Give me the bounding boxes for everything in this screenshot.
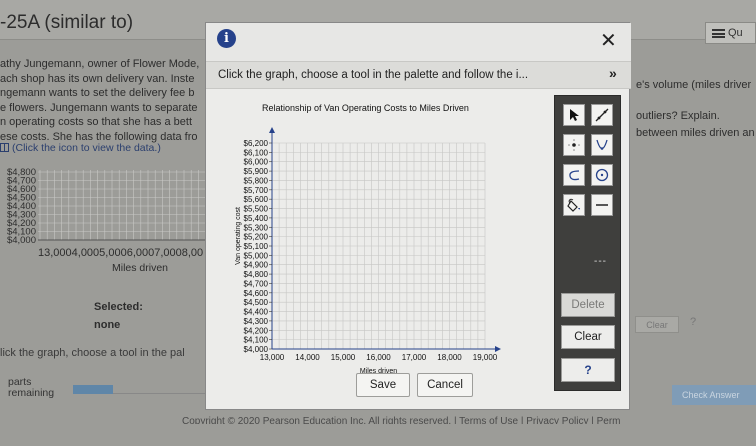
problem-line: ngemann wants to set the delivery fee b	[0, 87, 195, 99]
segment-tool[interactable]	[591, 194, 613, 216]
problem-line: athy Jungemann, owner of Flower Mode,	[0, 58, 200, 70]
mini-x-axis-labels: 13,0004,0005,0006,0007,0008,00	[38, 247, 204, 259]
y-tick-label: $6,000	[244, 158, 269, 167]
help-button[interactable]: ?	[561, 358, 615, 382]
close-button[interactable]: ✕	[600, 31, 617, 51]
view-data-label: (Click the icon to view the data.)	[12, 142, 161, 154]
y-tick-label: $5,500	[244, 205, 269, 214]
y-tick-label: $5,200	[244, 233, 269, 242]
x-tick-label: 19,000	[473, 353, 498, 362]
y-tick-label: $4,700	[244, 279, 269, 288]
instruction-bar: Click the graph, choose a tool in the pa…	[206, 61, 631, 89]
right-question-text: e's volume (miles driver	[636, 79, 752, 91]
right-question-text: between miles driven an	[636, 127, 755, 139]
y-tick-label: $4,300	[244, 317, 269, 326]
point-icon	[568, 139, 580, 151]
selected-label: Selected:	[94, 301, 143, 313]
line-tool[interactable]	[591, 104, 613, 126]
graph-instruction: lick the graph, choose a tool in the pal	[0, 347, 185, 359]
list-icon	[712, 29, 725, 38]
x-tick-label: 13,000	[260, 353, 285, 362]
y-tick-label: $6,200	[244, 139, 269, 148]
question-title: -25A (similar to)	[0, 12, 134, 33]
y-axis-arrow	[269, 127, 275, 133]
shade-tool[interactable]	[563, 194, 585, 216]
parabola-tool[interactable]	[591, 134, 613, 156]
pointer-arrow-icon	[570, 109, 579, 121]
remaining-label: remaining	[8, 387, 55, 399]
footer-text: Copyright © 2020 Pearson Education Inc. …	[182, 416, 621, 424]
y-tick-label: $5,400	[244, 214, 269, 223]
x-axis-arrow	[495, 346, 501, 352]
pointer-tool[interactable]	[563, 104, 585, 126]
y-tick-label: $4,600	[244, 289, 269, 298]
mini-x-caption: Miles driven	[112, 262, 169, 274]
right-question-text: outliers? Explain.	[636, 110, 720, 122]
footer: Copyright © 2020 Pearson Education Inc. …	[182, 410, 756, 424]
scatter-plot[interactable]: Relationship of Van Operating Costs to M…	[230, 95, 530, 379]
y-axis-label: Van operating cost	[235, 207, 242, 265]
y-tick-label: $5,800	[244, 176, 269, 185]
problem-line: ach shop has its own delivery van. Inste	[0, 72, 195, 85]
x-tick-label: 15,000	[331, 353, 356, 362]
y-tick-label: $5,700	[244, 186, 269, 195]
y-tick-label: $5,300	[244, 223, 269, 232]
save-button[interactable]: Save	[356, 373, 410, 397]
data-table-icon	[0, 143, 9, 152]
y-tick-label: $4,400	[244, 308, 269, 317]
expand-chevron-icon[interactable]: »	[609, 65, 617, 81]
paint-bucket-icon	[567, 198, 580, 212]
graph-dialog: i ✕ Click the graph, choose a tool in th…	[205, 22, 631, 410]
y-tick-label: $5,600	[244, 195, 269, 204]
clear-button-bg[interactable]: Clear	[635, 316, 679, 333]
more-tools-icon[interactable]: ---	[594, 256, 607, 267]
help-button-bg[interactable]: ?	[690, 316, 696, 328]
view-data-link[interactable]: (Click the icon to view the data.)	[0, 142, 161, 154]
progress-track	[113, 385, 208, 394]
segment-icon	[596, 204, 608, 206]
y-tick-label: $4,100	[244, 336, 269, 345]
y-tick-label: $4,200	[244, 326, 269, 335]
y-tick-label: $5,900	[244, 167, 269, 176]
parts-remaining: parts remaining	[8, 377, 54, 399]
y-tick-label: $5,100	[244, 242, 269, 251]
x-tick-label: 14,000	[295, 353, 320, 362]
progress-bar	[73, 385, 113, 394]
cancel-button[interactable]: Cancel	[417, 373, 473, 397]
problem-line: n operating costs so that she has a bett	[0, 116, 193, 128]
check-answer-button[interactable]: Check Answer	[672, 385, 756, 405]
point-tool[interactable]	[563, 134, 585, 156]
curve-icon	[569, 170, 580, 181]
info-icon[interactable]: i	[217, 29, 236, 48]
tool-palette: --- Delete Clear ?	[554, 95, 621, 391]
question-menu-label: Qu	[728, 27, 743, 39]
line-icon	[595, 108, 609, 122]
parabola-icon	[596, 139, 608, 150]
chart-title: Relationship of Van Operating Costs to M…	[262, 103, 469, 113]
mini-y-label: $4,000	[7, 235, 36, 245]
curve-tool[interactable]	[563, 164, 585, 186]
y-tick-label: $4,800	[244, 270, 269, 279]
dialog-header: i ✕	[206, 23, 631, 61]
circle-tool[interactable]	[591, 164, 613, 186]
x-tick-label: 16,000	[366, 353, 391, 362]
y-tick-label: $4,500	[244, 298, 269, 307]
y-tick-label: $6,100	[244, 148, 269, 157]
delete-button[interactable]: Delete	[561, 293, 615, 317]
y-tick-label: $5,000	[244, 251, 269, 260]
y-tick-label: $4,900	[244, 261, 269, 270]
x-tick-label: 17,000	[402, 353, 427, 362]
problem-text: athy Jungemann, owner of Flower Mode, ach…	[0, 57, 215, 144]
question-menu-button[interactable]: Qu	[705, 22, 756, 44]
clear-button[interactable]: Clear	[561, 325, 615, 349]
x-tick-label: 18,000	[437, 353, 462, 362]
mini-chart: $4,800$4,700$4,600$4,500$4,400$4,300$4,2…	[7, 167, 210, 245]
problem-line: e flowers. Jungemann wants to separate	[0, 101, 198, 114]
circle-icon	[595, 168, 609, 182]
selected-value: none	[94, 319, 121, 331]
instruction-text: Click the graph, choose a tool in the pa…	[218, 69, 529, 81]
